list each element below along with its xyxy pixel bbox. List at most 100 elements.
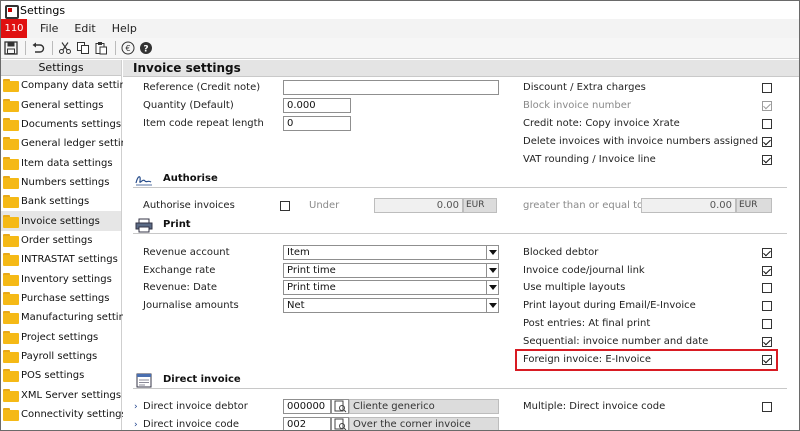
multiple-layouts-label: Use multiple layouts [523, 282, 626, 293]
chevron-down-icon[interactable] [486, 281, 498, 294]
sidebar-item-project[interactable]: Project settings [1, 327, 121, 346]
sidebar-item-purchase[interactable]: Purchase settings [1, 289, 121, 308]
chevron-down-icon[interactable] [486, 299, 498, 312]
folder-icon [3, 137, 19, 151]
undo-icon[interactable] [30, 40, 46, 56]
sidebar-item-numbers[interactable]: Numbers settings [1, 173, 121, 192]
sidebar-item-pos[interactable]: POS settings [1, 366, 121, 385]
invoice-journal-link-label: Invoice code/journal link [523, 265, 645, 276]
quantity-input[interactable]: 0.000 [283, 98, 351, 113]
block-invoice-number-label: Block invoice number [523, 100, 632, 111]
signature-icon [135, 176, 152, 186]
sidebar-item-manufacturing[interactable]: Manufacturing settings [1, 308, 136, 327]
menu-edit[interactable]: Edit [71, 22, 98, 35]
journalise-amounts-select[interactable]: Net [283, 298, 499, 313]
sidebar-item-label: XML Server settings [21, 389, 122, 401]
exchange-rate-label: Exchange rate [143, 265, 216, 276]
repeat-length-input[interactable]: 0 [283, 116, 351, 131]
credit-note-xrate-label: Credit note: Copy invoice Xrate [523, 118, 680, 129]
sidebar-item-bank[interactable]: Bank settings [1, 192, 121, 211]
lookup-icon[interactable] [331, 399, 349, 414]
sidebar-item-inventory[interactable]: Inventory settings [1, 269, 121, 288]
gte-currency: EUR [736, 198, 772, 213]
svg-text:€: € [125, 44, 130, 53]
copy-icon[interactable] [75, 40, 91, 56]
reference-label: Reference (Credit note) [143, 82, 261, 93]
save-icon[interactable] [3, 40, 19, 56]
print-layout-email-checkbox[interactable] [762, 301, 772, 311]
folder-icon [3, 253, 19, 267]
chevron-down-icon[interactable] [486, 246, 498, 259]
print-layout-email-label: Print layout during Email/E-Invoice [523, 300, 696, 311]
under-amount-input[interactable]: 0.00 [374, 198, 463, 213]
folder-icon [3, 272, 19, 286]
vat-rounding-checkbox[interactable] [762, 155, 772, 165]
invoice-journal-link-checkbox[interactable] [762, 266, 772, 276]
discount-extra-checkbox[interactable] [762, 83, 772, 93]
euro-icon[interactable]: € [120, 40, 136, 56]
direct-code-label: Direct invoice code [143, 419, 239, 430]
sidebar-item-xml-server[interactable]: XML Server settings [1, 386, 121, 405]
toolbar-separator [25, 41, 26, 55]
sidebar-item-general[interactable]: General settings [1, 95, 121, 114]
exchange-rate-select[interactable]: Print time [283, 263, 499, 278]
menu-help[interactable]: Help [109, 22, 140, 35]
expand-arrow-icon[interactable]: › [134, 402, 138, 412]
journalise-amounts-value: Net [287, 300, 305, 311]
blocked-debtor-checkbox[interactable] [762, 248, 772, 258]
reference-input[interactable] [283, 80, 499, 95]
revenue-date-select[interactable]: Print time [283, 280, 499, 295]
company-badge[interactable]: 110 [1, 19, 27, 38]
menu-file[interactable]: File [37, 22, 61, 35]
journalise-amounts-label: Journalise amounts [143, 300, 239, 311]
page-title: Invoice settings [123, 60, 799, 77]
sequential-checkbox[interactable] [762, 337, 772, 347]
expand-arrow-icon[interactable]: › [134, 420, 138, 430]
delete-invoices-checkbox[interactable] [762, 137, 772, 147]
sidebar-item-intrastat[interactable]: INTRASTAT settings [1, 250, 121, 269]
folder-icon [3, 214, 19, 228]
direct-code-name: Over the corner invoice [349, 417, 499, 430]
quantity-label: Quantity (Default) [143, 100, 234, 111]
blocked-debtor-label: Blocked debtor [523, 247, 599, 258]
multiple-direct-code-checkbox[interactable] [762, 402, 772, 412]
folder-icon [3, 349, 19, 363]
direct-code-input[interactable]: 002 [283, 417, 331, 430]
sidebar-item-label: Connectivity settings [21, 409, 127, 421]
sidebar-list: Company data settings General settings D… [1, 76, 139, 424]
sidebar-item-connectivity[interactable]: Connectivity settings [1, 405, 127, 424]
sidebar-item-label: Project settings [21, 331, 99, 343]
lookup-icon[interactable] [331, 417, 349, 430]
revenue-account-select[interactable]: Item [283, 245, 499, 260]
sidebar-item-label: Manufacturing settings [21, 312, 137, 324]
cut-icon[interactable] [57, 40, 73, 56]
chevron-down-icon[interactable] [486, 264, 498, 277]
gte-amount-input[interactable]: 0.00 [641, 198, 736, 213]
multiple-layouts-checkbox[interactable] [762, 283, 772, 293]
credit-note-xrate-checkbox[interactable] [762, 119, 772, 129]
sidebar-item-payroll[interactable]: Payroll settings [1, 347, 121, 366]
sidebar-item-order[interactable]: Order settings [1, 231, 121, 250]
under-label: Under [309, 200, 340, 211]
print-title: Print [163, 219, 191, 230]
printer-icon [135, 218, 153, 233]
sidebar-item-general-ledger[interactable]: General ledger settings [1, 134, 139, 153]
help-icon[interactable]: ? [138, 40, 154, 56]
sidebar-item-label: INTRASTAT settings [21, 254, 118, 266]
toolbar-separator [52, 41, 53, 55]
sidebar-item-item-data[interactable]: Item data settings [1, 153, 121, 172]
post-entries-checkbox[interactable] [762, 319, 772, 329]
revenue-date-label: Revenue: Date [143, 282, 217, 293]
app-icon [4, 4, 19, 19]
paste-icon[interactable] [93, 40, 109, 56]
sidebar-item-company-data[interactable]: Company data settings [1, 76, 137, 95]
folder-icon [3, 117, 19, 131]
folder-icon [3, 195, 19, 209]
authorise-invoices-checkbox[interactable] [280, 201, 290, 211]
print-section-header: Print [123, 218, 799, 234]
toolbar: € ? [1, 38, 799, 59]
direct-debtor-code-input[interactable]: 000000 [283, 399, 331, 414]
sidebar-item-documents[interactable]: Documents settings [1, 115, 121, 134]
sidebar-item-invoice[interactable]: Invoice settings [1, 211, 121, 231]
direct-invoice-section-header: Direct invoice [123, 373, 799, 389]
